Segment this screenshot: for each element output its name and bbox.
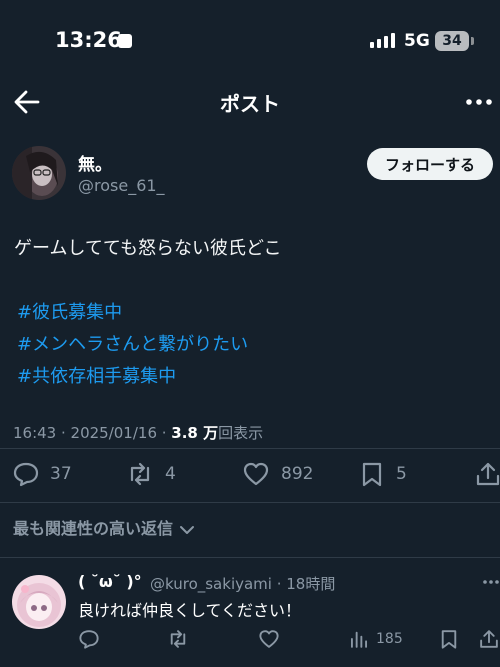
battery-tip [471, 37, 474, 45]
reply-view-count: 185 [376, 631, 403, 647]
battery-icon: 34 [435, 31, 469, 51]
reply-count: 37 [50, 464, 72, 484]
share-icon[interactable] [478, 628, 500, 650]
divider [0, 448, 500, 449]
reply-sort-label: 最も関連性の高い返信 [13, 519, 174, 538]
hashtag-link[interactable]: #共依存相手募集中 [17, 362, 176, 388]
author-name[interactable]: 無。 [78, 150, 112, 175]
screen-record-icon [118, 34, 132, 48]
page-title: ポスト [220, 92, 280, 116]
post-text: ゲームしてても怒らない彼氏どこ [14, 238, 282, 259]
hashtag-link[interactable]: #メンヘラさんと繋がりたい [17, 330, 248, 356]
reply-sort-dropdown[interactable]: 最も関連性の高い返信 [13, 515, 195, 539]
reply-author-name[interactable]: ( ˘ω˘ )° [78, 572, 142, 591]
signal-icon [370, 33, 395, 48]
reply-icon[interactable] [12, 460, 40, 488]
author-handle[interactable]: @rose_61_ [78, 176, 165, 195]
more-options-icon[interactable] [464, 92, 494, 112]
reply-more-options-icon[interactable] [483, 578, 499, 586]
divider [0, 502, 500, 503]
post-timestamp: 16:43 · 2025/01/16 · [13, 424, 172, 442]
reply-text: 良ければ仲良くしてください！ [78, 601, 302, 620]
bookmark-icon[interactable] [358, 460, 386, 488]
share-icon[interactable] [474, 460, 500, 488]
reply-author-handle[interactable]: @kuro_sakiyami · 18時間 [150, 573, 335, 594]
chevron-down-icon [179, 525, 194, 534]
view-label: 回表示 [218, 424, 264, 442]
reply-avatar[interactable] [12, 575, 66, 629]
heart-icon[interactable] [242, 460, 270, 488]
author-avatar[interactable] [12, 146, 66, 200]
like-count: 892 [281, 464, 314, 484]
analytics-icon[interactable] [348, 628, 370, 650]
hashtag-link[interactable]: #彼氏募集中 [17, 298, 122, 324]
repost-icon[interactable] [167, 628, 189, 650]
bookmark-icon[interactable] [438, 628, 460, 650]
post-meta: 16:43 · 2025/01/16 · 3.8 万回表示 [13, 422, 263, 443]
repost-count: 4 [165, 464, 176, 484]
network-type: 5G [404, 31, 430, 51]
repost-icon[interactable] [126, 460, 154, 488]
status-time: 13:26 [55, 28, 122, 52]
heart-icon[interactable] [258, 628, 280, 650]
bookmark-count: 5 [396, 464, 407, 484]
divider [0, 557, 500, 558]
follow-button[interactable]: フォローする [367, 148, 493, 180]
reply-icon[interactable] [78, 628, 100, 650]
view-count[interactable]: 3.8 万 [171, 424, 218, 442]
